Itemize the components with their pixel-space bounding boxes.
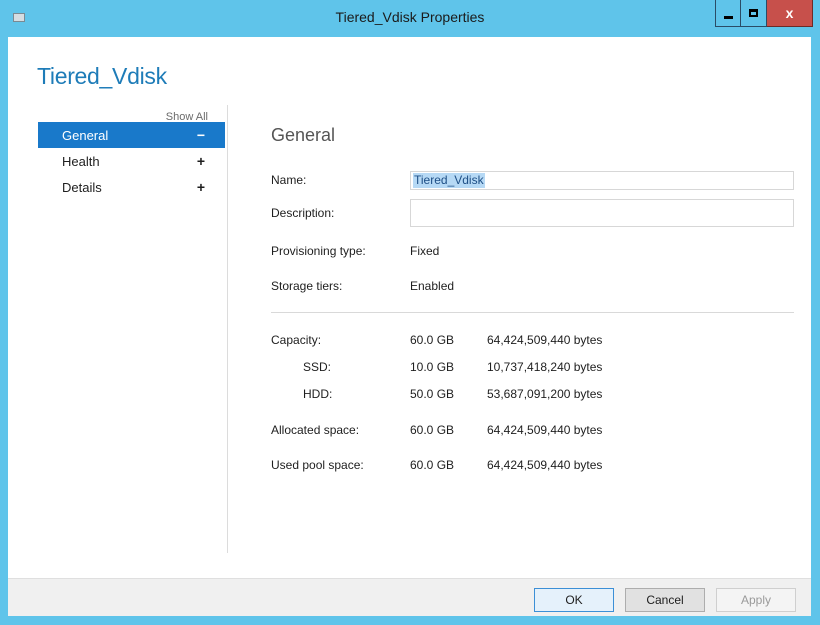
nav-item-health[interactable]: Health + [38,148,225,174]
window-title: Tiered_Vdisk Properties [335,9,485,25]
storage-tiers-value: Enabled [410,279,455,293]
storage-tiers-label: Storage tiers: [271,279,343,293]
capacity-label: Capacity: [271,333,322,347]
maximize-button[interactable] [741,0,767,27]
ssd-size: 10.0 GB [410,360,455,374]
minimize-button[interactable] [715,0,741,27]
title-bar[interactable]: Tiered_Vdisk Properties x [0,0,820,36]
collapse-icon: − [196,127,205,143]
ok-button[interactable]: OK [534,588,614,612]
allocated-space-bytes: 64,424,509,440 bytes [487,423,603,437]
used-pool-space-label: Used pool space: [271,458,364,472]
minimize-icon [723,15,733,19]
name-field[interactable]: Tiered_Vdisk [410,170,794,190]
description-field[interactable] [410,199,794,227]
section-title: General [271,125,336,145]
expand-icon: + [196,179,205,195]
used-pool-space-size: 60.0 GB [410,458,455,472]
name-label: Name: [271,173,307,187]
name-field-value: Tiered_Vdisk [413,172,485,188]
nav-item-general[interactable]: General − [38,122,225,148]
nav-item-label: General [62,127,109,143]
hdd-label: HDD: [303,387,333,401]
cancel-button[interactable]: Cancel [625,588,705,612]
hdd-bytes: 53,687,091,200 bytes [487,387,603,401]
nav-item-label: Details [62,179,102,195]
allocated-space-size: 60.0 GB [410,423,455,437]
dialog-client-area: Tiered_Vdisk Show All General − Health +… [8,37,811,616]
maximize-icon [749,9,758,17]
expand-icon: + [196,153,205,169]
nav-item-details[interactable]: Details + [38,174,225,200]
capacity-size: 60.0 GB [410,333,455,347]
provisioning-label: Provisioning type: [271,244,366,258]
hdd-size: 50.0 GB [410,387,455,401]
close-button[interactable]: x [767,0,813,27]
close-icon: x [785,5,794,21]
properties-window: Tiered_Vdisk Properties x Tiered_Vdisk S… [0,0,820,625]
ssd-label: SSD: [303,360,332,374]
nav-item-label: Health [62,153,100,169]
allocated-space-label: Allocated space: [271,423,360,437]
window-controls: x [715,0,813,27]
description-label: Description: [271,206,335,220]
nav-divider [227,105,228,553]
provisioning-value: Fixed [410,244,440,258]
section-divider [271,312,794,313]
button-bar: OK Cancel Apply [8,578,811,616]
ssd-bytes: 10,737,418,240 bytes [487,360,603,374]
page-title: Tiered_Vdisk [37,63,167,89]
capacity-bytes: 64,424,509,440 bytes [487,333,603,347]
apply-button[interactable]: Apply [716,588,796,612]
used-pool-space-bytes: 64,424,509,440 bytes [487,458,603,472]
